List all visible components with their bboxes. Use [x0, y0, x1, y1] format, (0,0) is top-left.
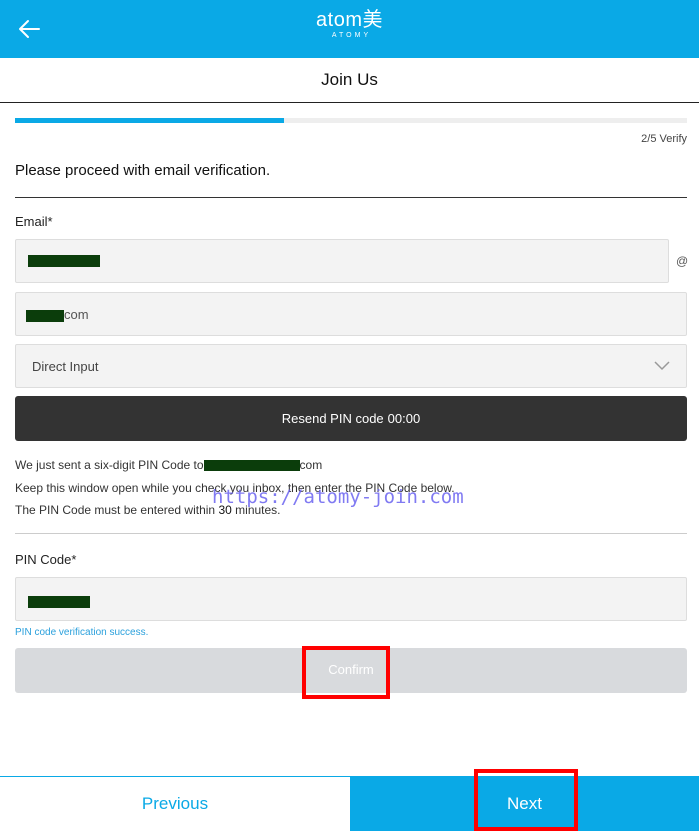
resend-label: Resend PIN code: [281, 411, 384, 426]
pin-code-input[interactable]: [15, 577, 687, 621]
pin-label: PIN Code*: [15, 552, 77, 567]
chevron-down-icon: [654, 361, 670, 371]
confirm-button[interactable]: Confirm: [15, 648, 687, 693]
bottom-nav: Previous Next: [0, 776, 699, 831]
atomy-logo: atom美 ATOMY: [0, 9, 699, 41]
watermark-url: https://atomy-join.com: [212, 486, 464, 508]
page-title: Join Us: [0, 58, 699, 103]
pin-success-message: PIN code verification success.: [15, 627, 149, 638]
instruction-text: Please proceed with email verification.: [15, 162, 271, 179]
notice-line-3-prefix: The PIN Code must be entered within: [15, 503, 216, 517]
resend-timer: 00:00: [387, 411, 421, 426]
redacted-email: [203, 460, 300, 472]
notice-line-1-prefix: We just sent a six-digit PIN Code to: [15, 458, 204, 472]
logo-subtitle: ATOMY: [331, 32, 372, 39]
email-domain-select[interactable]: Direct Input: [15, 344, 687, 388]
notice-line-1-suffix: com: [299, 458, 323, 472]
email-domain-input[interactable]: com: [15, 292, 687, 336]
section-divider: [15, 197, 687, 198]
email-local-input[interactable]: [15, 239, 669, 283]
redacted-email-local: [28, 255, 100, 267]
step-label: 2/5 Verify: [641, 133, 687, 145]
progress-fill: [15, 118, 284, 123]
app-header: atom美 ATOMY: [0, 0, 699, 58]
previous-button[interactable]: Previous: [0, 776, 350, 831]
pin-divider: [15, 533, 687, 534]
at-sign: @: [676, 254, 689, 268]
logo-wordmark: atom美: [316, 9, 383, 31]
domain-select-value: Direct Input: [32, 358, 99, 374]
email-domain-suffix: com: [64, 306, 89, 322]
redacted-email-domain: [26, 310, 64, 322]
redacted-pin: [28, 596, 90, 608]
notice-line-1: We just sent a six-digit PIN Code to com: [15, 458, 322, 472]
resend-pin-button[interactable]: Resend PIN code 00:00: [15, 396, 687, 441]
progress-bar: [15, 118, 687, 123]
email-label: Email*: [15, 214, 53, 229]
next-button[interactable]: Next: [350, 776, 699, 831]
confirm-label: Confirm: [328, 662, 374, 677]
